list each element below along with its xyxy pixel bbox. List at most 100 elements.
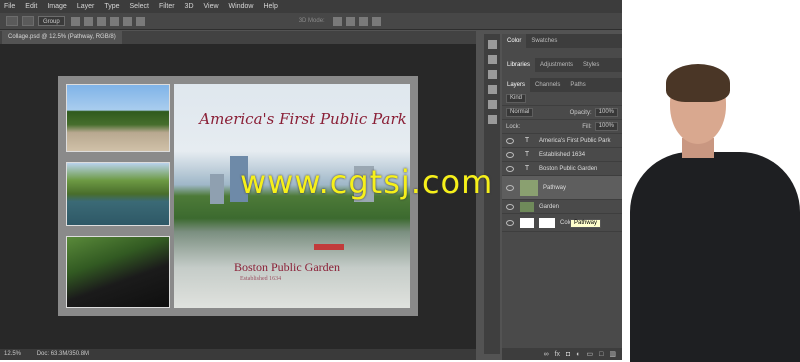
layer-filter-row: Kind: [502, 92, 622, 106]
visibility-eye-icon[interactable]: [506, 137, 514, 144]
visibility-eye-icon[interactable]: [506, 203, 514, 210]
auto-select-dropdown[interactable]: Group: [38, 16, 65, 26]
menu-edit[interactable]: Edit: [25, 3, 37, 10]
folder-icon[interactable]: ▭: [587, 350, 594, 358]
visibility-eye-icon[interactable]: [506, 184, 514, 191]
layer-name: Pathway: [543, 184, 567, 191]
lock-label: Lock:: [506, 123, 521, 130]
move-tool-icon[interactable]: [6, 16, 18, 26]
tab-channels[interactable]: Channels: [530, 82, 565, 88]
menu-bar: File Edit Image Layer Type Select Filter…: [0, 0, 622, 13]
tab-paths[interactable]: Paths: [565, 82, 590, 88]
swan-boat-shape: [314, 244, 344, 250]
align-middle-icon[interactable]: [83, 16, 93, 26]
tab-color[interactable]: Color: [502, 34, 527, 48]
right-panels: Color Swatches Libraries Adjustments Sty…: [502, 34, 622, 360]
character-icon[interactable]: [487, 100, 497, 109]
layer-name: America's First Public Park: [539, 137, 611, 144]
visibility-eye-icon[interactable]: [506, 219, 514, 226]
visibility-eye-icon[interactable]: [506, 165, 514, 172]
history-icon[interactable]: [487, 40, 497, 49]
filter-kind-dropdown[interactable]: Kind: [506, 94, 527, 103]
document-tab-bar: Collage.psd @ 12.5% (Pathway, RGB/8): [0, 31, 476, 44]
headline-text: America's First Public Park: [199, 110, 407, 128]
3d-rotate-icon[interactable]: [332, 16, 342, 26]
layer-row[interactable]: T America's First Public Park: [502, 134, 622, 148]
menu-window[interactable]: Window: [229, 3, 254, 10]
blend-mode-dropdown[interactable]: Normal: [506, 108, 534, 117]
document-tab[interactable]: Collage.psd @ 12.5% (Pathway, RGB/8): [2, 31, 122, 44]
panel-spacer: [502, 48, 622, 58]
3d-slide-icon[interactable]: [371, 16, 381, 26]
layers-panel-footer: ∞ fx ◘ ◐ ▭ □ ▥: [502, 348, 622, 360]
align-center-icon[interactable]: [122, 16, 132, 26]
layer-thumbnail: [520, 201, 534, 212]
tab-styles[interactable]: Styles: [578, 62, 604, 68]
fill-field[interactable]: 100%: [594, 122, 618, 131]
fill-label: Fill:: [582, 123, 592, 130]
clone-source-icon[interactable]: [487, 85, 497, 94]
layer-name: Boston Public Garden: [539, 165, 598, 172]
pathway-photo: [66, 84, 170, 152]
menu-3d[interactable]: 3D: [185, 3, 194, 10]
tab-layers[interactable]: Layers: [502, 78, 531, 92]
align-bottom-icon[interactable]: [96, 16, 106, 26]
3d-pan-icon[interactable]: [358, 16, 368, 26]
menu-type[interactable]: Type: [104, 3, 119, 10]
doc-size: Doc: 63.3M/350.8M: [36, 351, 90, 357]
adjustment-icon[interactable]: ◐: [576, 351, 580, 358]
align-right-icon[interactable]: [135, 16, 145, 26]
mask-icon[interactable]: ◘: [566, 351, 570, 358]
layer-row[interactable]: Garden: [502, 200, 622, 214]
statue-photo: [66, 236, 170, 308]
menu-help[interactable]: Help: [263, 3, 277, 10]
layer-row[interactable]: T Boston Public Garden: [502, 162, 622, 176]
watermark-text: www.cgtsj.com: [240, 163, 494, 201]
menu-select[interactable]: Select: [130, 3, 149, 10]
library-panel-tabs: Libraries Adjustments Styles: [502, 58, 622, 72]
tab-libraries[interactable]: Libraries: [502, 58, 536, 72]
trash-icon[interactable]: ▥: [609, 350, 616, 358]
established-text: Established 1634: [240, 276, 282, 282]
presenter-hair: [666, 64, 730, 102]
auto-select-checkbox[interactable]: [22, 16, 34, 26]
layer-row[interactable]: Color Fill 1: [502, 214, 622, 232]
layer-tooltip: Pathway: [570, 219, 602, 228]
layers-panel-tabs: Layers Channels Paths: [502, 78, 622, 92]
tab-swatches[interactable]: Swatches: [526, 38, 562, 44]
layer-name: Established 1634: [539, 151, 586, 158]
type-layer-icon: T: [524, 137, 530, 144]
properties-icon[interactable]: [487, 55, 497, 64]
subtitle-text: Boston Public Garden: [234, 260, 340, 274]
menu-image[interactable]: Image: [47, 3, 66, 10]
link-icon[interactable]: ∞: [544, 351, 549, 358]
layer-thumbnail: [520, 179, 538, 196]
align-top-icon[interactable]: [70, 16, 80, 26]
new-layer-icon[interactable]: □: [599, 351, 603, 358]
opacity-label: Opacity:: [569, 109, 592, 116]
visibility-eye-icon[interactable]: [506, 151, 514, 158]
opacity-field[interactable]: 100%: [594, 108, 618, 117]
options-bar: Group 3D Mode:: [0, 13, 622, 30]
tab-adjustments[interactable]: Adjustments: [535, 62, 578, 68]
brush-icon[interactable]: [487, 70, 497, 79]
layer-row[interactable]: T Established 1634: [502, 148, 622, 162]
menu-layer[interactable]: Layer: [77, 3, 95, 10]
align-left-icon[interactable]: [109, 16, 119, 26]
menu-file[interactable]: File: [4, 3, 15, 10]
fx-icon[interactable]: fx: [555, 351, 560, 358]
blend-row: Normal Opacity: 100%: [502, 106, 622, 120]
menu-view[interactable]: View: [204, 3, 219, 10]
zoom-level[interactable]: 12.5%: [4, 351, 21, 357]
3d-mode-label: 3D Mode:: [298, 18, 325, 24]
paragraph-icon[interactable]: [487, 115, 497, 124]
layer-row-selected[interactable]: Pathway: [502, 176, 622, 200]
fill-layer-thumbnail: [520, 217, 534, 228]
presenter-shirt: [630, 152, 800, 362]
3d-roll-icon[interactable]: [345, 16, 355, 26]
status-bar: 12.5% Doc: 63.3M/350.8M: [0, 349, 476, 360]
menu-filter[interactable]: Filter: [159, 3, 175, 10]
layer-name: Garden: [539, 203, 560, 210]
lock-row: Lock: Fill: 100%: [502, 120, 622, 134]
building-shape: [210, 174, 224, 204]
